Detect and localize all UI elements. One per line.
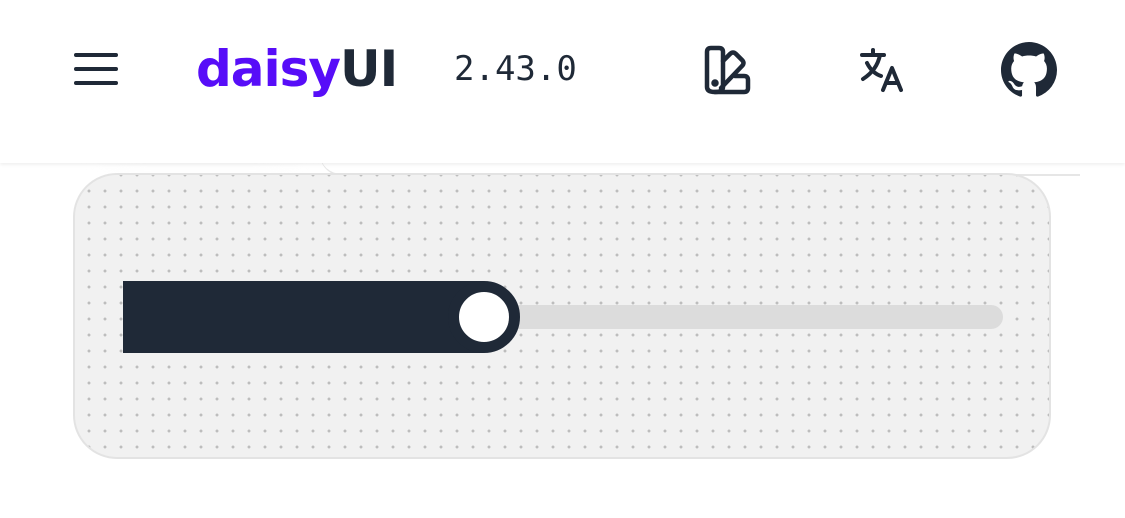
version-link[interactable]: 2.43.0 bbox=[454, 48, 577, 90]
menu-button[interactable] bbox=[70, 46, 122, 92]
range-slider[interactable] bbox=[123, 281, 1003, 353]
top-navbar: daisyUI 2.43.0 bbox=[0, 0, 1125, 163]
range-fill bbox=[123, 281, 484, 353]
translate-icon bbox=[860, 48, 903, 92]
logo-dark-text: UI bbox=[340, 40, 398, 98]
page: daisyUI 2.43.0 bbox=[0, 0, 1125, 518]
github-button[interactable] bbox=[999, 40, 1059, 100]
logo-accent-text: daisy bbox=[196, 40, 341, 98]
language-button[interactable] bbox=[852, 40, 912, 100]
github-icon bbox=[1001, 42, 1057, 97]
theme-button[interactable] bbox=[696, 40, 756, 100]
range-thumb[interactable] bbox=[448, 281, 520, 353]
swatch-book-icon bbox=[704, 45, 751, 95]
logo-link[interactable]: daisyUI bbox=[196, 38, 398, 100]
